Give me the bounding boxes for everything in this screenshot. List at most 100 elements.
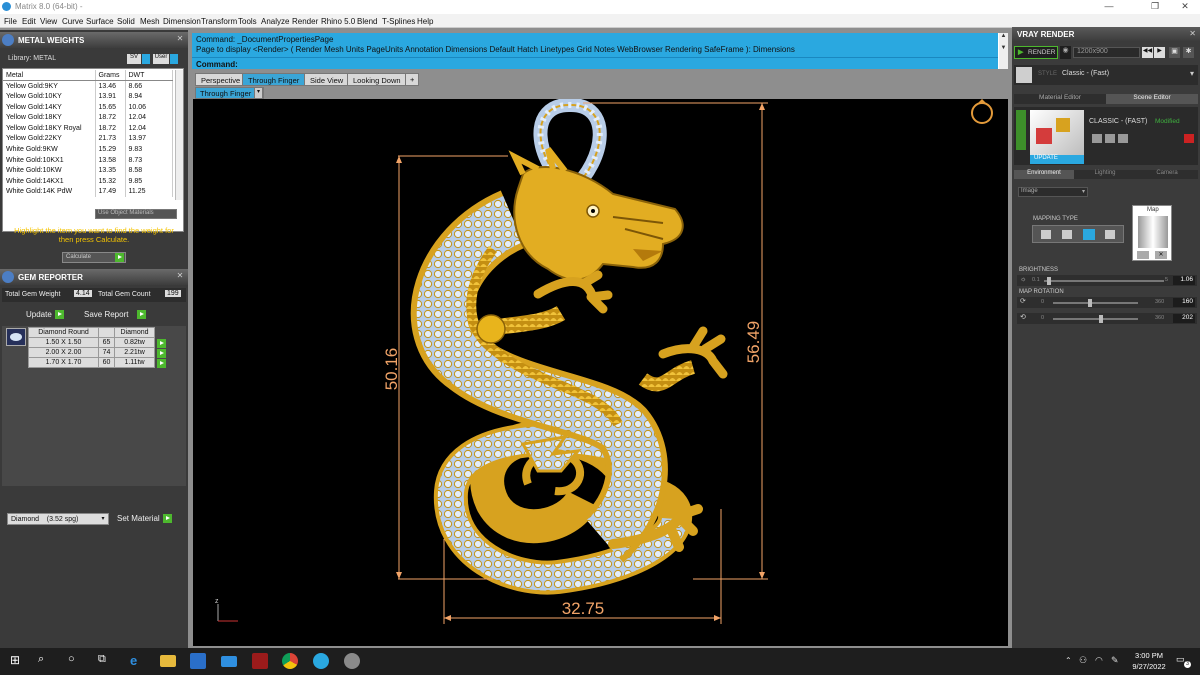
- scene-preview-image[interactable]: [1030, 110, 1084, 158]
- viewport-menu-chevron-icon[interactable]: ▾: [254, 87, 263, 99]
- set-material-button[interactable]: Set Material: [117, 514, 172, 526]
- map-thumbnail[interactable]: Map ✕: [1132, 205, 1172, 261]
- scene-expand-handle[interactable]: [1016, 110, 1026, 150]
- tab-lighting[interactable]: Lighting: [1074, 170, 1136, 179]
- menu-transform[interactable]: Transform: [201, 17, 237, 26]
- search-icon[interactable]: ⌕: [38, 653, 54, 669]
- table-row[interactable]: White Gold:10KX1 13.58 8.73: [3, 154, 173, 166]
- rotation-vertical-slider[interactable]: [1053, 315, 1138, 323]
- lock-icon[interactable]: ▣: [1169, 47, 1180, 58]
- folder-icon[interactable]: [1118, 134, 1128, 143]
- ring-icon[interactable]: [971, 99, 993, 124]
- rotation-horizontal-value[interactable]: 160: [1173, 298, 1195, 307]
- table-row[interactable]: Yellow Gold:18KY 18.72 12.04: [3, 112, 173, 123]
- viewport[interactable]: 50.16 56.49 32.75 z: [193, 97, 1008, 646]
- menu-surface[interactable]: Surface: [86, 17, 114, 26]
- table-row[interactable]: White Gold:9KW 15.29 9.83: [3, 144, 173, 155]
- column-header-metal[interactable]: Metal: [3, 70, 96, 82]
- network-icon[interactable]: ◠: [1095, 655, 1103, 666]
- user-toggle[interactable]: [170, 54, 178, 64]
- menu-edit[interactable]: Edit: [22, 17, 36, 26]
- diamond-thumbnail[interactable]: [6, 328, 26, 346]
- copy-icon[interactable]: [1105, 134, 1115, 143]
- save-icon[interactable]: [1092, 134, 1102, 143]
- table-row[interactable]: 1.50 X 1.50 65 0.82tw: [28, 337, 155, 348]
- tab-perspective[interactable]: Perspective: [195, 73, 247, 86]
- brightness-value[interactable]: 1.06: [1173, 276, 1195, 285]
- edge-icon[interactable]: e: [130, 653, 146, 669]
- maximize-button[interactable]: ❐: [1142, 1, 1168, 13]
- tab-camera[interactable]: Camera: [1136, 170, 1198, 179]
- user-button[interactable]: User: [153, 54, 169, 64]
- gem-row-select-icon[interactable]: [157, 339, 166, 348]
- file-explorer-icon[interactable]: [160, 655, 176, 667]
- close-window-button[interactable]: ✕: [1172, 1, 1198, 13]
- map-edit-icon[interactable]: [1137, 251, 1149, 259]
- table-row[interactable]: Yellow Gold:14KY 15.65 10.06: [3, 101, 173, 113]
- matrix-taskbar-icon[interactable]: [313, 653, 329, 669]
- menu-dimension[interactable]: Dimension: [163, 17, 201, 26]
- sv-button[interactable]: SV: [127, 54, 141, 64]
- mapping-cylinder-icon[interactable]: [1083, 229, 1095, 240]
- windows-start-icon[interactable]: ⊞: [10, 653, 26, 669]
- column-header-grams[interactable]: Grams: [95, 70, 126, 82]
- style-preset-row[interactable]: STYLE Classic - (Fast) ▾: [1014, 65, 1198, 85]
- mapping-sphere-icon[interactable]: [1105, 230, 1115, 239]
- chrome-icon[interactable]: [282, 653, 298, 669]
- use-object-materials-checkbox[interactable]: Use Object Materials: [95, 209, 177, 219]
- menu-mesh[interactable]: Mesh: [140, 17, 160, 26]
- tab-environment[interactable]: Environment: [1014, 170, 1074, 179]
- table-row[interactable]: White Gold:10KW 13.35 8.58: [3, 165, 173, 176]
- scene-update-button[interactable]: UPDATE: [1030, 155, 1084, 164]
- menu-solid[interactable]: Solid: [117, 17, 135, 26]
- show-hidden-icons-chevron-icon[interactable]: ⌃: [1065, 656, 1072, 665]
- command-scrollbar[interactable]: ▲ ▼: [999, 33, 1008, 69]
- brightness-slider[interactable]: [1044, 277, 1164, 285]
- table-row[interactable]: Yellow Gold:10KY 13.91 8.94: [3, 91, 173, 102]
- tab-material-editor[interactable]: Material Editor: [1014, 94, 1106, 104]
- close-icon[interactable]: ✕: [175, 34, 185, 44]
- tab-side-view[interactable]: Side View: [304, 73, 350, 86]
- tab-through-finger[interactable]: Through Finger: [242, 73, 306, 86]
- table-row[interactable]: Yellow Gold:18KY Royal 18.72 12.04: [3, 122, 173, 134]
- table-row[interactable]: 2.00 X 2.00 74 2.21tw: [28, 347, 155, 358]
- mail-icon[interactable]: [221, 656, 237, 667]
- clock-date[interactable]: 9/27/2022: [1130, 662, 1168, 671]
- material-select[interactable]: Diamond (3.52 spg) ▾: [7, 513, 109, 525]
- rewind-icon[interactable]: ◀◀: [1142, 47, 1153, 58]
- save-report-button[interactable]: Save Report: [84, 310, 147, 322]
- update-button[interactable]: Update: [26, 310, 64, 322]
- people-icon[interactable]: ⚇: [1079, 655, 1087, 666]
- tab-looking-down[interactable]: Looking Down: [347, 73, 407, 86]
- delete-icon[interactable]: [1184, 134, 1194, 143]
- column-header-dwt[interactable]: DWT: [125, 70, 173, 82]
- resolution-field[interactable]: 1200x900: [1073, 47, 1140, 58]
- minimize-button[interactable]: —: [1096, 1, 1122, 13]
- menu-tools[interactable]: Tools: [238, 17, 257, 26]
- table-row[interactable]: 1.70 X 1.70 60 1.11tw: [28, 357, 155, 368]
- mapping-plane-icon[interactable]: [1041, 230, 1051, 239]
- rotation-vertical-value[interactable]: 202: [1173, 314, 1195, 323]
- close-icon[interactable]: ✕: [1189, 29, 1196, 38]
- menu-file[interactable]: File: [4, 17, 17, 26]
- menu-view[interactable]: View: [40, 17, 57, 26]
- tab-scene-editor[interactable]: Scene Editor: [1106, 94, 1198, 104]
- calculate-button[interactable]: Calculate: [62, 252, 126, 263]
- task-view-icon[interactable]: ⧉: [98, 653, 114, 669]
- metal-list-scrollbar[interactable]: [175, 70, 183, 200]
- map-remove-icon[interactable]: ✕: [1155, 251, 1167, 259]
- menu-rhino[interactable]: Rhino 5.0: [321, 17, 355, 26]
- app-red-icon[interactable]: [252, 653, 268, 669]
- camera-icon[interactable]: ◉: [1060, 46, 1071, 59]
- menu-help[interactable]: Help: [417, 17, 433, 26]
- close-icon[interactable]: ✕: [175, 271, 185, 281]
- menu-tsplines[interactable]: T-Splines: [382, 17, 415, 26]
- rotation-horizontal-slider[interactable]: [1053, 299, 1138, 307]
- table-row[interactable]: White Gold:14K PdW 17.49 11.25: [3, 186, 173, 198]
- gem-row-select-icon[interactable]: [157, 349, 166, 358]
- sv-toggle[interactable]: [142, 54, 150, 64]
- menu-blend[interactable]: Blend: [357, 17, 377, 26]
- menu-curve[interactable]: Curve: [62, 17, 83, 26]
- table-row[interactable]: White Gold:14KX1 15.32 9.85: [3, 175, 173, 187]
- pen-icon[interactable]: ✎: [1111, 655, 1119, 666]
